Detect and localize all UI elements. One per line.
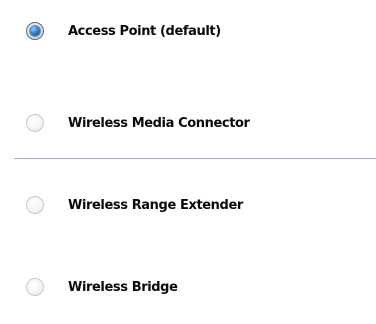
mode-label-access-point[interactable]: Access Point (default) (68, 24, 221, 39)
operating-mode-radio-group: Access Point (default) Wireless Media Co… (0, 0, 376, 324)
radio-selected-dot-icon (30, 26, 40, 36)
radio-button-media-connector[interactable] (26, 114, 44, 132)
mode-option-access-point[interactable]: Access Point (default) (0, 14, 376, 58)
radio-button-access-point[interactable] (26, 22, 44, 40)
mode-label-range-extender[interactable]: Wireless Range Extender (68, 198, 243, 213)
mode-label-media-connector[interactable]: Wireless Media Connector (68, 116, 250, 131)
radio-button-range-extender[interactable] (26, 196, 44, 214)
mode-label-wireless-bridge[interactable]: Wireless Bridge (68, 280, 178, 295)
section-divider (14, 158, 376, 159)
mode-option-media-connector[interactable]: Wireless Media Connector (0, 106, 376, 150)
radio-button-wireless-bridge[interactable] (26, 278, 44, 296)
mode-option-range-extender[interactable]: Wireless Range Extender (0, 188, 376, 232)
mode-option-wireless-bridge[interactable]: Wireless Bridge (0, 270, 376, 314)
